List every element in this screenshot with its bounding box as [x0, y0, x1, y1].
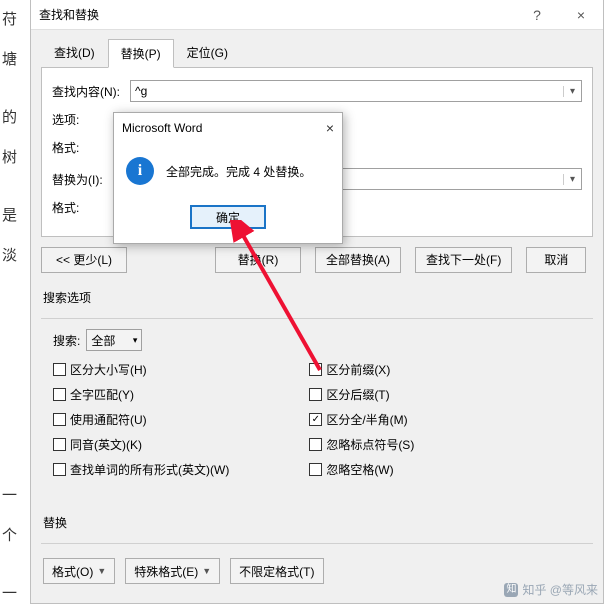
no-formatting-button[interactable]: 不限定格式(T): [230, 558, 323, 584]
format-dropdown-button[interactable]: 格式(O)▼: [43, 558, 115, 584]
chevron-down-icon: ▾: [133, 335, 138, 346]
dialog-title: 查找和替换: [31, 6, 515, 23]
checkbox-icon: [53, 388, 66, 401]
checkbox-icon: [309, 388, 322, 401]
checkbox-icon: ✓: [309, 413, 322, 426]
search-scope-label: 搜索:: [53, 332, 80, 349]
checkbox-option[interactable]: 区分前缀(X): [309, 361, 414, 378]
replace-section-label: 替换: [31, 508, 603, 537]
msgbox-title: Microsoft Word: [122, 121, 314, 135]
search-scope-select[interactable]: 全部 ▾: [86, 329, 142, 351]
help-button[interactable]: ?: [515, 0, 559, 30]
checkbox-option[interactable]: 查找单词的所有形式(英文)(W): [53, 461, 229, 478]
checkbox-icon: [309, 463, 322, 476]
dialog-titlebar: 查找和替换 ? ×: [31, 0, 603, 30]
options-grid: 区分大小写(H) 全字匹配(Y) 使用通配符(U) 同音(英文)(K) 查找单词的所有形…: [31, 361, 603, 478]
info-icon: i: [126, 157, 154, 185]
checkbox-icon: [53, 463, 66, 476]
find-what-combo[interactable]: ▾: [130, 80, 582, 102]
background-doc-text: 苻塘的树是淡 一个一种上的数的: [0, 0, 30, 604]
tab-goto[interactable]: 定位(G): [174, 38, 241, 67]
chevron-down-icon[interactable]: ▾: [563, 86, 581, 97]
replace-all-button[interactable]: 全部替换(A): [315, 247, 401, 273]
find-replace-dialog: 查找和替换 ? × 查找(D) 替换(P) 定位(G) 查找内容(N): ▾ 选…: [30, 0, 604, 604]
checkbox-label: 区分后缀(T): [326, 386, 389, 403]
checkbox-label: 全字匹配(Y): [70, 386, 134, 403]
checkbox-icon: [309, 363, 322, 376]
less-button[interactable]: << 更少(L): [41, 247, 127, 273]
find-next-button[interactable]: 查找下一处(F): [415, 247, 512, 273]
ok-button[interactable]: 确定: [190, 205, 266, 229]
checkbox-option[interactable]: 使用通配符(U): [53, 411, 229, 428]
checkbox-label: 区分大小写(H): [70, 361, 147, 378]
chevron-down-icon[interactable]: ▾: [563, 174, 581, 185]
msgbox-text: 全部完成。完成 4 处替换。: [166, 163, 311, 180]
special-dropdown-button[interactable]: 特殊格式(E)▼: [125, 558, 220, 584]
divider: [41, 543, 593, 544]
checkbox-label: 同音(英文)(K): [70, 436, 142, 453]
checkbox-label: 查找单词的所有形式(英文)(W): [70, 461, 229, 478]
checkbox-icon: [53, 413, 66, 426]
checkbox-label: 使用通配符(U): [70, 411, 147, 428]
msgbox-close-button[interactable]: ×: [314, 120, 334, 136]
checkbox-option[interactable]: 全字匹配(Y): [53, 386, 229, 403]
find-what-input[interactable]: [131, 84, 563, 98]
checkbox-label: 区分全/半角(M): [326, 411, 407, 428]
checkbox-label: 忽略标点符号(S): [326, 436, 414, 453]
checkbox-option[interactable]: 区分大小写(H): [53, 361, 229, 378]
search-options-label: 搜索选项: [31, 283, 603, 312]
checkbox-option[interactable]: 忽略标点符号(S): [309, 436, 414, 453]
checkbox-icon: [53, 438, 66, 451]
divider: [41, 318, 593, 319]
tab-strip: 查找(D) 替换(P) 定位(G): [31, 30, 603, 67]
msgbox-titlebar: Microsoft Word ×: [114, 113, 342, 143]
zhihu-icon: 知: [504, 583, 518, 597]
checkbox-label: 区分前缀(X): [326, 361, 390, 378]
tab-find[interactable]: 查找(D): [41, 38, 108, 67]
checkbox-option[interactable]: 区分后缀(T): [309, 386, 414, 403]
close-button[interactable]: ×: [559, 0, 603, 30]
cancel-button[interactable]: 取消: [526, 247, 586, 273]
caret-down-icon: ▼: [97, 566, 106, 576]
checkbox-option[interactable]: ✓ 区分全/半角(M): [309, 411, 414, 428]
replace-button[interactable]: 替换(R): [215, 247, 301, 273]
checkbox-icon: [53, 363, 66, 376]
checkbox-label: 忽略空格(W): [326, 461, 393, 478]
message-box: Microsoft Word × i 全部完成。完成 4 处替换。 确定: [113, 112, 343, 244]
checkbox-icon: [309, 438, 322, 451]
watermark: 知 知乎 @等风来: [504, 581, 598, 598]
checkbox-option[interactable]: 忽略空格(W): [309, 461, 414, 478]
find-what-label: 查找内容(N):: [52, 83, 130, 100]
checkbox-option[interactable]: 同音(英文)(K): [53, 436, 229, 453]
caret-down-icon: ▼: [202, 566, 211, 576]
tab-replace[interactable]: 替换(P): [108, 39, 174, 68]
